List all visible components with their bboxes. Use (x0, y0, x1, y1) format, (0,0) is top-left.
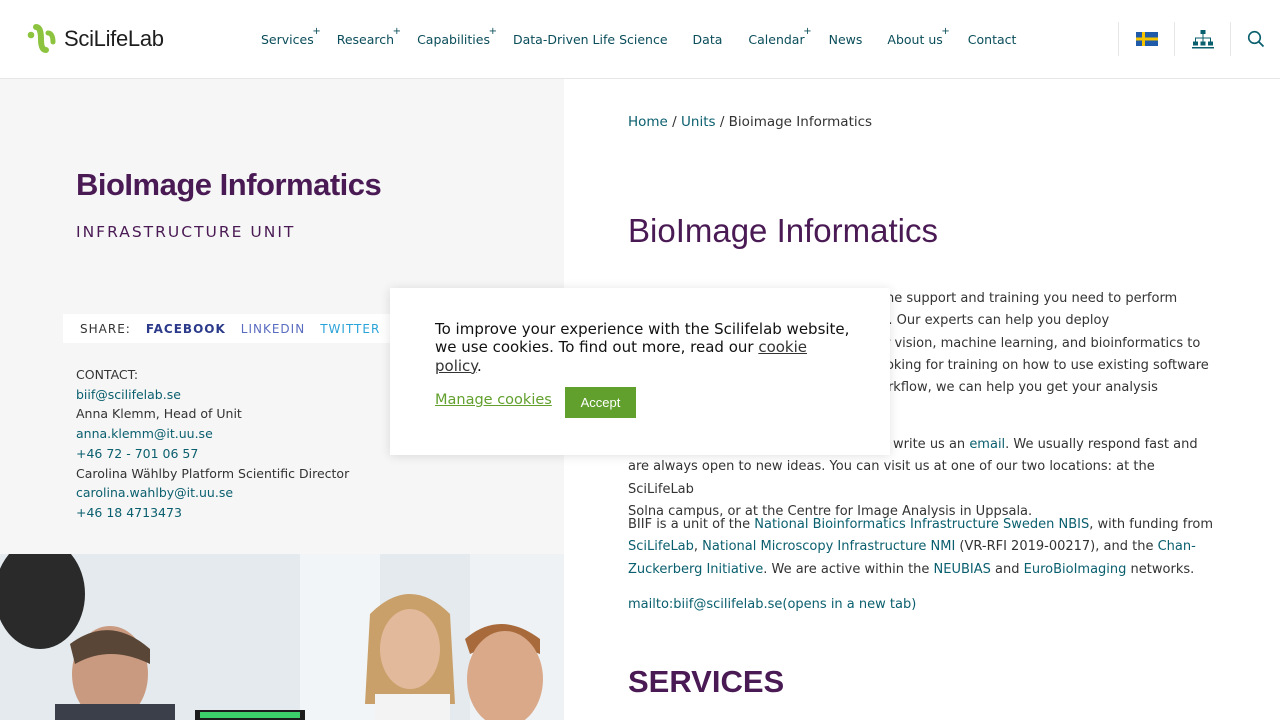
cookie-message: To improve your experience with the Scil… (435, 320, 850, 375)
page-title: BioImage Informatics (628, 212, 938, 249)
share-label: SHARE: (80, 321, 131, 336)
share-twitter-link[interactable]: TWITTER (320, 322, 380, 336)
logo-text: SciLifeLab (64, 26, 164, 51)
director-phone-link[interactable]: +46 18 4713473 (76, 505, 182, 520)
eurobioimaging-link[interactable]: EuroBioImaging (1024, 562, 1127, 577)
breadcrumb-home[interactable]: Home (628, 114, 668, 130)
team-photo (0, 554, 564, 720)
share-linkedin-link[interactable]: LINKEDIN (241, 322, 305, 336)
unit-type: INFRASTRUCTURE UNIT (76, 223, 296, 241)
share-facebook-link[interactable]: FACEBOOK (146, 322, 226, 336)
nav-contact[interactable]: Contact (968, 32, 1017, 47)
nav-services[interactable]: Services + (261, 26, 321, 47)
head-phone-link[interactable]: +46 72 - 701 06 57 (76, 446, 198, 461)
swedish-flag-icon[interactable] (1118, 22, 1174, 56)
director-name: Carolina Wählby Platform Scientific Dire… (76, 465, 350, 481)
contact-label: CONTACT: (76, 367, 139, 382)
chan-zuckerberg-link-part2[interactable]: Zuckerberg Initiative (628, 562, 763, 577)
nav-capabilities[interactable]: Capabilities + (417, 26, 497, 47)
neubias-link[interactable]: NEUBIAS (934, 562, 991, 577)
main-nav: Services + Research + Capabilities + Data-D… (261, 26, 1017, 47)
contact-block: CONTACT: biif@scilifelab.se Anna Klemm, … (76, 365, 349, 523)
scilifelab-link[interactable]: SciLifeLab (628, 539, 694, 554)
manage-cookies-link[interactable]: Manage cookies (435, 392, 552, 408)
breadcrumb-current: Bioimage Informatics (728, 114, 873, 130)
nav-data[interactable]: Data (693, 32, 723, 47)
director-email-link[interactable]: carolina.wahlby@it.uu.se (76, 485, 233, 500)
chan-zuckerberg-link-part1[interactable]: Chan- (1158, 539, 1196, 554)
logo-mark-icon (26, 23, 60, 55)
contact-email-link[interactable]: biif@scilifelab.se (76, 387, 181, 402)
search-icon[interactable] (1230, 22, 1280, 56)
head-of-unit-name: Anna Klemm, Head of Unit (76, 406, 242, 422)
services-heading: SERVICES (628, 664, 785, 699)
header-tools (1118, 22, 1280, 56)
breadcrumb-units[interactable]: Units (681, 114, 716, 130)
head-email-link[interactable]: anna.klemm@it.uu.se (76, 426, 213, 441)
mailto-link[interactable]: mailto:biif@scilifelab.se(opens in a new… (628, 597, 916, 612)
scilifelab-logo[interactable]: SciLifeLab (26, 23, 164, 55)
funding-paragraph: BIIF is a unit of the National Bioinform… (628, 517, 1214, 577)
accept-cookies-button[interactable]: Accept (565, 387, 636, 418)
breadcrumb: Home / Units / Bioimage Informatics (628, 114, 873, 130)
sitemap-icon[interactable] (1174, 22, 1230, 56)
site-header: SciLifeLab Services + Research + Capabilit… (0, 0, 1280, 79)
nav-calendar[interactable]: Calendar + (748, 26, 811, 47)
nav-about-us[interactable]: About us + (887, 26, 949, 47)
nav-data-driven-life-science[interactable]: Data-Driven Life Science (513, 32, 668, 47)
nbis-link[interactable]: National Bioinformatics Infrastructure S… (754, 517, 1089, 532)
email-link[interactable]: email (969, 437, 1005, 452)
cookie-consent-dialog: To improve your experience with the Scil… (390, 288, 890, 455)
unit-title: BioImage Informatics (76, 167, 382, 202)
nav-news[interactable]: News (829, 32, 863, 47)
nmi-link[interactable]: National Microscopy Infrastructure NMI (702, 539, 955, 554)
nav-research[interactable]: Research + (337, 26, 401, 47)
